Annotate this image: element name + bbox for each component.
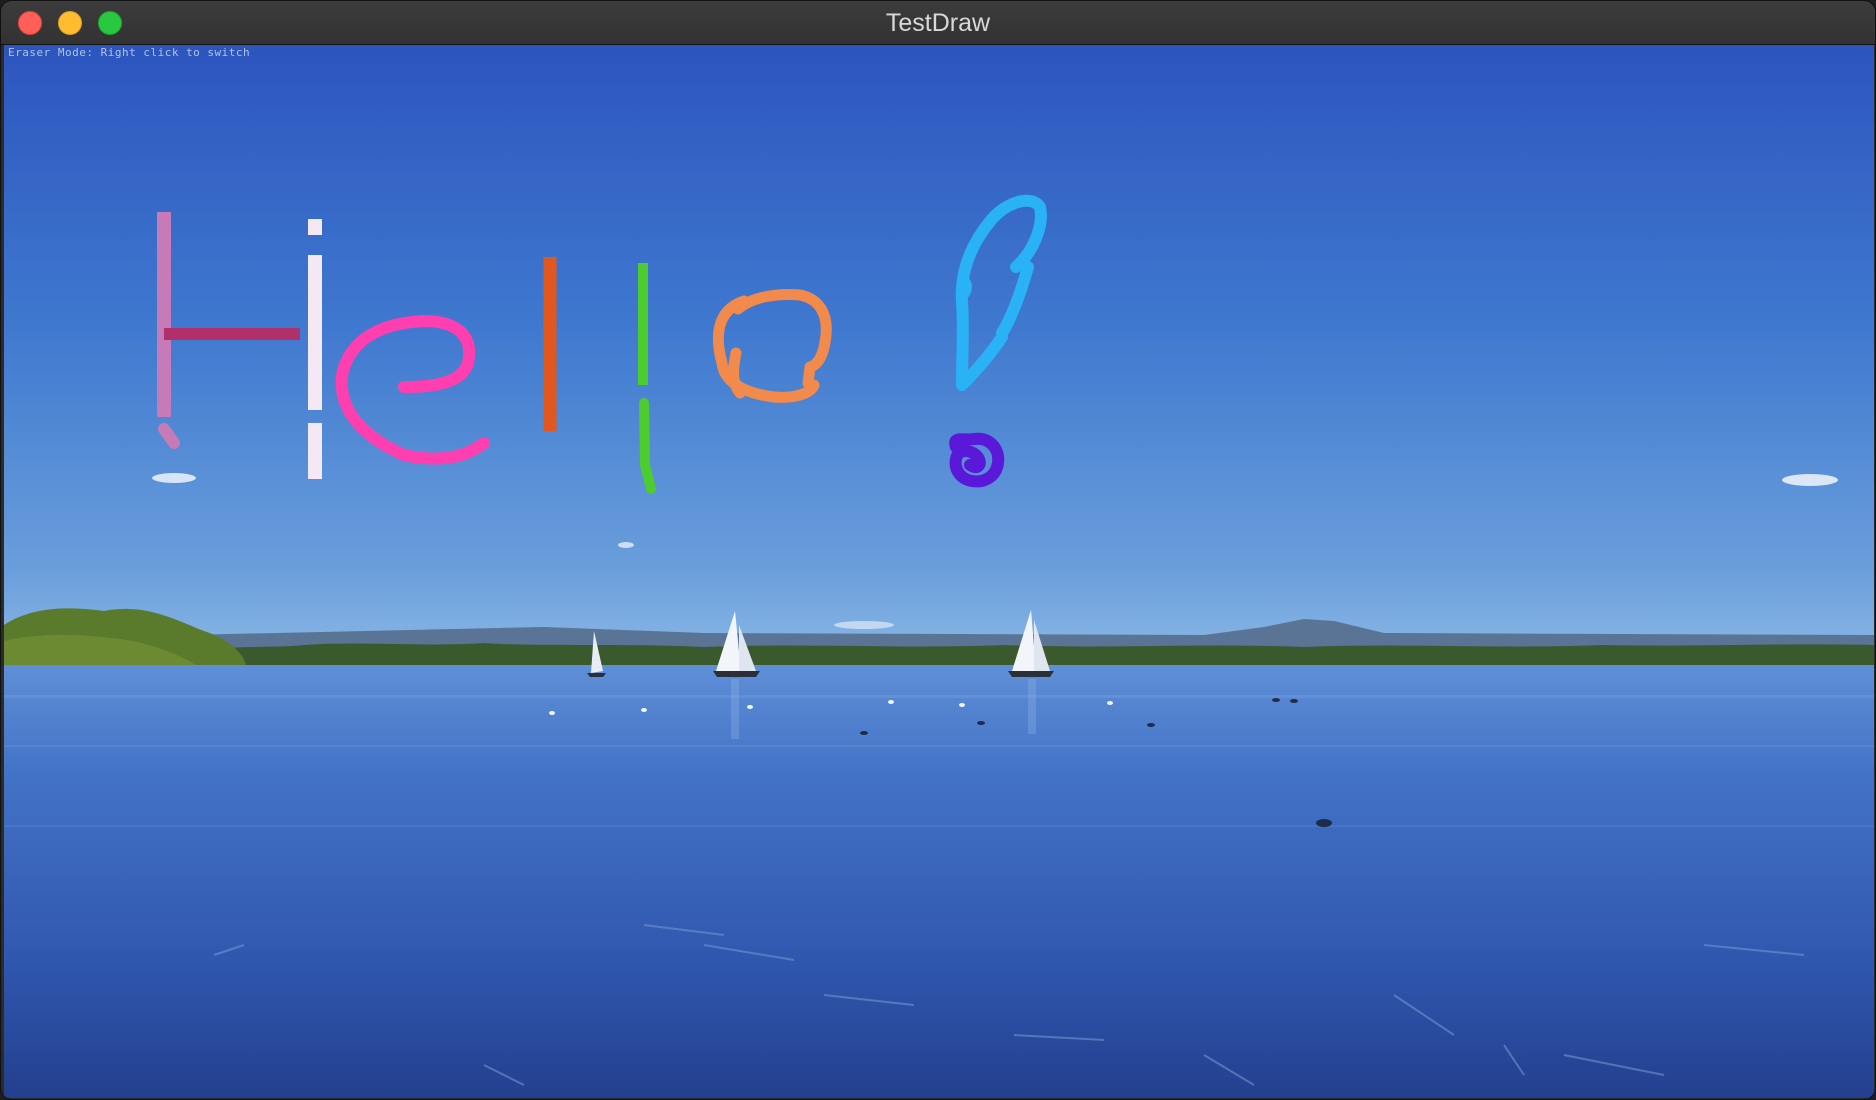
water-shimmer xyxy=(4,745,1874,747)
stroke-h-left-tail xyxy=(158,423,180,449)
lake-water xyxy=(4,665,1874,1098)
background-photo xyxy=(4,45,1874,1098)
window-title: TestDraw xyxy=(885,9,991,37)
app-window: TestDraw Eraser Mode: Right click to swi… xyxy=(0,0,1876,1100)
cloud xyxy=(618,542,634,548)
mode-hint-text: Eraser Mode: Right click to switch xyxy=(8,46,251,59)
water-shimmer xyxy=(4,825,1874,827)
cloud xyxy=(1782,474,1838,486)
reflection xyxy=(1028,679,1036,734)
sky xyxy=(4,45,1874,665)
title-bar[interactable]: TestDraw xyxy=(1,1,1875,45)
cloud xyxy=(834,621,894,629)
reflection xyxy=(731,679,739,739)
cloud xyxy=(152,473,196,483)
water-shimmer xyxy=(4,695,1874,698)
drawing-canvas[interactable]: Eraser Mode: Right click to switch xyxy=(4,45,1874,1098)
canvas-scene[interactable] xyxy=(4,45,1874,1098)
